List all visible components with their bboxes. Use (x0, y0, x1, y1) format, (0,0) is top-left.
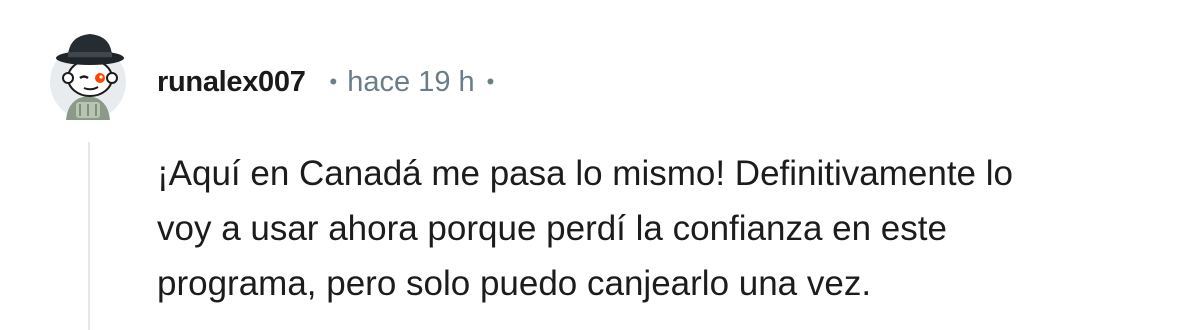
comment-timestamp[interactable]: hace 19 h (347, 66, 474, 99)
comment-text-line: ¡Aquí en Canadá me pasa lo mismo! Defini… (157, 154, 1013, 193)
comment-meta: runalex007 • hace 19 h • (157, 62, 494, 102)
meta-separator-trailing: • (486, 69, 495, 94)
username-link[interactable]: runalex007 (157, 66, 306, 99)
snoo-avatar-icon (50, 34, 126, 120)
comment-text-line: programa, pero solo puedo canjearlo una … (157, 264, 872, 303)
comment-text-line: voy a usar ahora porque perdí la confian… (157, 209, 947, 248)
thread-line[interactable] (88, 142, 90, 330)
user-avatar[interactable] (46, 28, 130, 122)
comment-body: ¡Aquí en Canadá me pasa lo mismo! Defini… (157, 146, 1147, 311)
meta-separator: • (329, 69, 338, 94)
comment: runalex007 • hace 19 h • ¡Aquí en Canadá… (0, 0, 1200, 330)
